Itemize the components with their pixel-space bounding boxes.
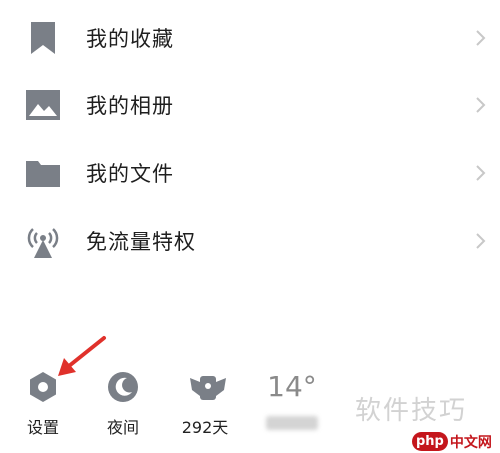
menu-item-label: 我的相册 [86, 94, 174, 118]
weather-temperature[interactable]: 14° [262, 370, 322, 403]
menu-item-favorites[interactable]: 我的收藏 [0, 8, 500, 68]
php-badge-text: php [412, 432, 448, 451]
chevron-right-icon [474, 28, 488, 48]
wings-badge-icon [188, 370, 226, 404]
menu-item-label: 我的收藏 [86, 27, 174, 51]
php-badge-cn-text: 中文网 [449, 434, 492, 451]
chevron-right-icon [474, 163, 488, 183]
menu-item-files[interactable]: 我的文件 [0, 143, 500, 203]
menu-item-label: 免流量特权 [86, 230, 196, 254]
chevron-right-icon [474, 95, 488, 115]
bookmark-icon [24, 19, 62, 57]
days-label: 292天 [181, 418, 229, 437]
menu-item-data-privilege[interactable]: 免流量特权 [0, 211, 500, 271]
menu-item-album[interactable]: 我的相册 [0, 75, 500, 135]
chevron-right-icon [474, 231, 488, 251]
days-badge-button[interactable]: 292天 [170, 360, 240, 440]
weather-condition-blurred [266, 416, 318, 430]
menu-item-label: 我的文件 [86, 162, 174, 186]
folder-icon [24, 154, 62, 192]
php-badge-logo: php 中文网 [412, 430, 492, 453]
watermark-text: 软件技巧 [355, 396, 468, 426]
red-arrow-annotation [58, 336, 106, 376]
antenna-icon [24, 222, 62, 260]
image-icon [24, 86, 62, 124]
moon-icon [106, 370, 140, 404]
night-label: 夜间 [106, 418, 139, 437]
settings-label: 设置 [26, 418, 59, 437]
